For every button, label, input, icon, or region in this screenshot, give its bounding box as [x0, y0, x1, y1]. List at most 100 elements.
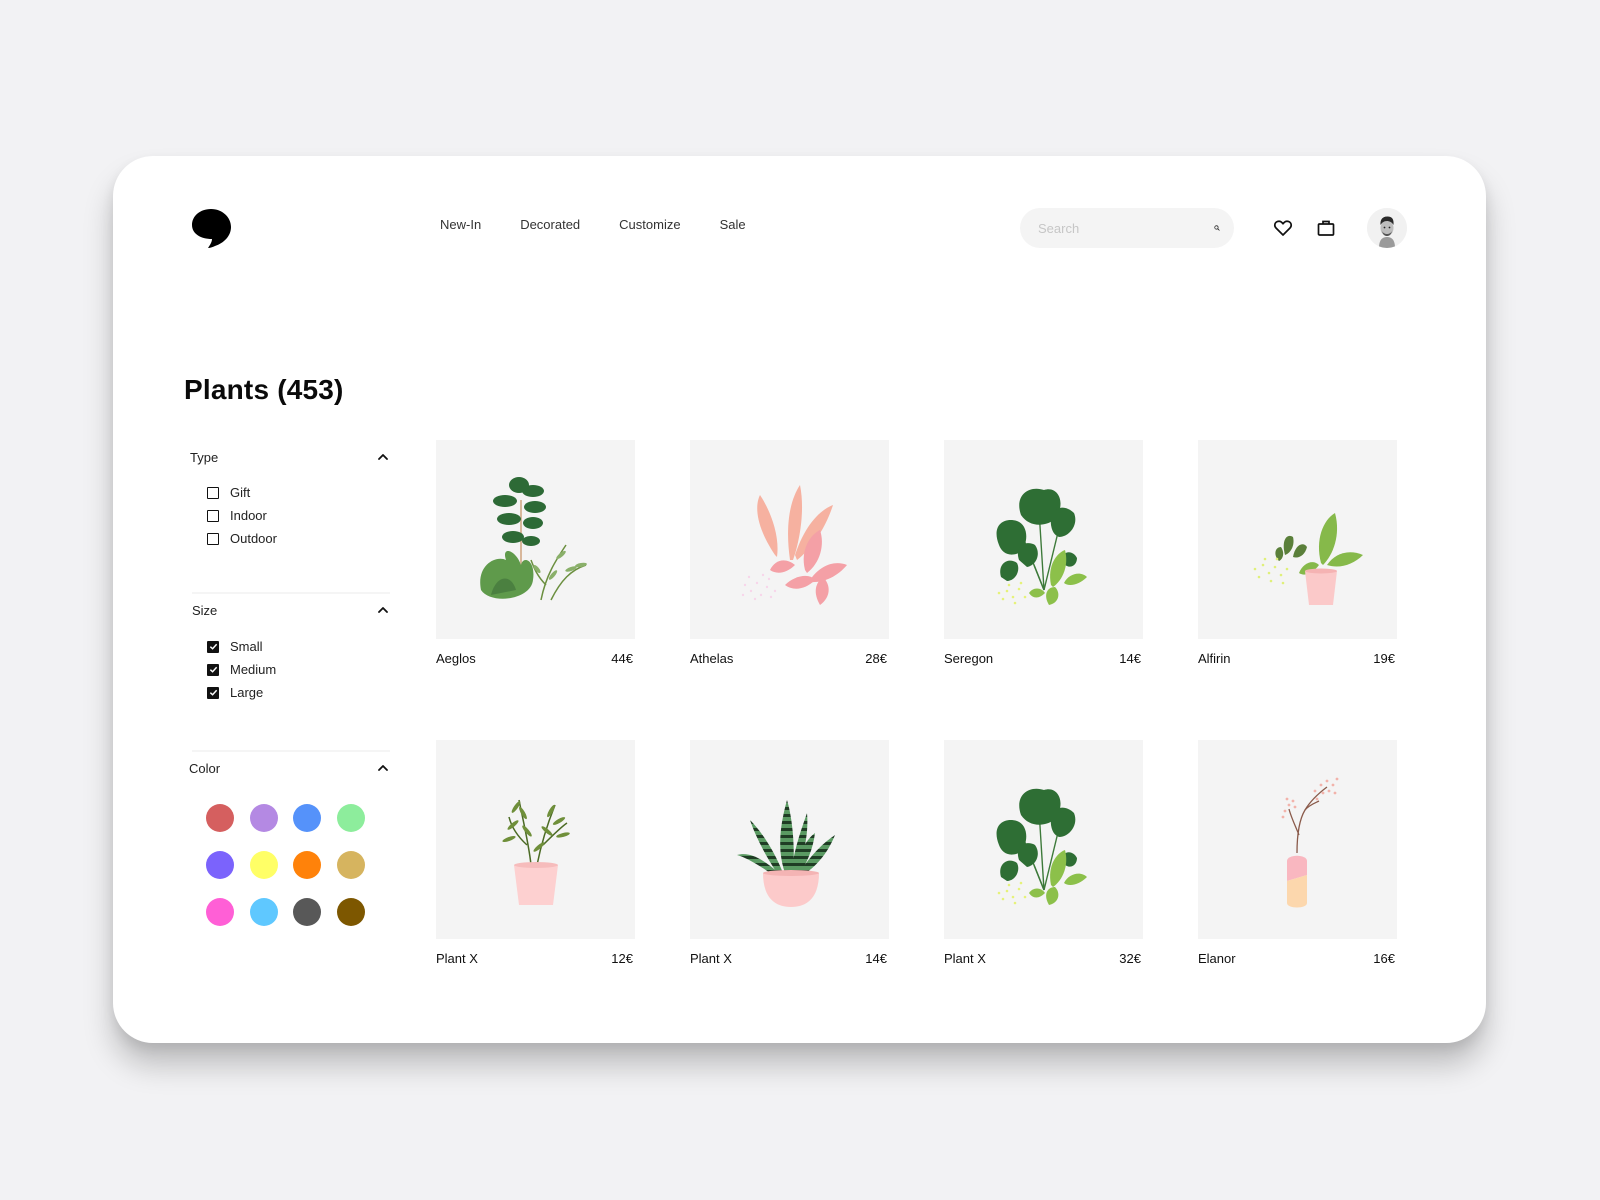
product-name[interactable]: Athelas — [690, 651, 733, 666]
product-meta: Seregon 14€ — [944, 651, 1143, 666]
checkbox-medium[interactable] — [207, 663, 219, 676]
checkbox-gift[interactable] — [207, 486, 219, 499]
color-swatch[interactable] — [206, 898, 234, 926]
filter-type: Type Gift Indoor Outdoor — [190, 447, 390, 550]
potted-herb-illustration — [501, 799, 570, 905]
filter-option-medium[interactable]: Medium — [207, 658, 390, 681]
color-swatch[interactable] — [249, 804, 278, 832]
filter-option-large[interactable]: Large — [207, 681, 390, 704]
product-image[interactable] — [1198, 440, 1397, 639]
search-bar — [1020, 208, 1234, 248]
product-name[interactable]: Elanor — [1198, 951, 1236, 966]
product-meta: Aeglos 44€ — [436, 651, 635, 666]
product-card[interactable]: Aeglos 44€ — [436, 440, 635, 666]
product-price: 12€ — [611, 951, 633, 966]
filter-color: Color — [189, 758, 390, 926]
filter-option-indoor[interactable]: Indoor — [207, 504, 390, 527]
filter-divider — [192, 592, 390, 594]
comma-logo-icon[interactable] — [191, 208, 231, 248]
filter-option-outdoor[interactable]: Outdoor — [207, 527, 390, 550]
product-price: 44€ — [611, 651, 633, 666]
product-image[interactable] — [436, 440, 635, 639]
product-price: 14€ — [865, 951, 887, 966]
product-meta: Athelas 28€ — [690, 651, 889, 666]
filter-size-header[interactable]: Size — [190, 600, 390, 620]
filter-size-label: Size — [192, 602, 218, 618]
nav-item-sale[interactable]: Sale — [720, 215, 746, 235]
potted-dieffenbachia-illustration — [1253, 512, 1363, 605]
product-meta: Plant X 32€ — [944, 951, 1143, 966]
color-swatch[interactable] — [206, 851, 234, 879]
chevron-up-icon[interactable] — [376, 761, 390, 775]
color-swatch[interactable] — [293, 898, 321, 926]
product-image[interactable] — [1198, 740, 1397, 939]
shopping-bag-icon[interactable] — [1316, 218, 1336, 238]
product-name[interactable]: Plant X — [436, 951, 478, 966]
product-card[interactable]: Alfirin 19€ — [1198, 440, 1397, 666]
product-meta: Plant X 12€ — [436, 951, 635, 966]
product-card[interactable]: Athelas 28€ — [690, 440, 889, 666]
color-swatch[interactable] — [249, 851, 278, 879]
product-price: 28€ — [865, 651, 887, 666]
leafy-green-plants-illustration — [479, 476, 587, 600]
filter-color-label: Color — [189, 760, 221, 776]
product-name[interactable]: Alfirin — [1198, 651, 1231, 666]
product-image[interactable] — [944, 740, 1143, 939]
checkbox-indoor[interactable] — [207, 509, 219, 522]
checkbox-large[interactable] — [207, 686, 219, 699]
product-card[interactable]: Elanor 16€ — [1198, 740, 1397, 966]
nav-item-new-in[interactable]: New-In — [440, 215, 481, 235]
filter-option-gift[interactable]: Gift — [207, 481, 390, 504]
search-input[interactable] — [1038, 220, 1214, 236]
checkbox-small[interactable] — [207, 640, 219, 653]
color-swatch[interactable] — [336, 804, 365, 832]
product-image[interactable] — [944, 440, 1143, 639]
color-swatch[interactable] — [206, 804, 234, 832]
blossom-branch-vase-illustration — [1281, 777, 1338, 907]
product-card[interactable]: Plant X 12€ — [436, 740, 635, 966]
potted-snake-plant-illustration — [736, 799, 835, 907]
product-price: 19€ — [1373, 651, 1395, 666]
checkmark-icon — [209, 666, 217, 673]
product-name[interactable]: Plant X — [944, 951, 986, 966]
product-image[interactable] — [436, 740, 635, 939]
main-nav: New-In Decorated Customize Sale — [440, 215, 785, 235]
checkmark-icon — [209, 689, 217, 696]
chevron-up-icon[interactable] — [376, 603, 390, 617]
product-meta: Plant X 14€ — [690, 951, 889, 966]
product-price: 32€ — [1119, 951, 1141, 966]
user-photo-icon — [1367, 208, 1407, 248]
color-swatch[interactable] — [249, 898, 278, 926]
filter-type-options: Gift Indoor Outdoor — [190, 481, 390, 550]
option-label: Large — [230, 685, 264, 700]
product-image[interactable] — [690, 440, 889, 639]
color-swatch[interactable] — [336, 898, 365, 926]
nav-item-decorated[interactable]: Decorated — [520, 215, 580, 235]
product-image[interactable] — [690, 740, 889, 939]
product-card[interactable]: Plant X 14€ — [690, 740, 889, 966]
product-card[interactable]: Plant X 32€ — [944, 740, 1143, 966]
product-card[interactable]: Seregon 14€ — [944, 440, 1143, 666]
filter-color-header[interactable]: Color — [189, 758, 390, 778]
chevron-up-icon[interactable] — [376, 450, 390, 464]
product-name[interactable]: Aeglos — [436, 651, 476, 666]
option-label: Indoor — [230, 508, 267, 523]
monstera-plant-illustration — [996, 488, 1087, 605]
color-swatch[interactable] — [293, 804, 321, 832]
product-name[interactable]: Plant X — [690, 951, 732, 966]
product-name[interactable]: Seregon — [944, 651, 993, 666]
product-meta: Elanor 16€ — [1198, 951, 1397, 966]
product-price: 14€ — [1119, 651, 1141, 666]
nav-item-customize[interactable]: Customize — [619, 215, 680, 235]
filter-type-header[interactable]: Type — [190, 447, 390, 467]
color-swatch[interactable] — [293, 851, 321, 879]
filter-option-small[interactable]: Small — [207, 635, 390, 658]
checkmark-icon — [209, 643, 217, 650]
color-swatch[interactable] — [336, 851, 365, 879]
search-icon[interactable] — [1214, 220, 1220, 236]
checkbox-outdoor[interactable] — [207, 532, 219, 545]
heart-icon[interactable] — [1273, 218, 1293, 238]
product-meta: Alfirin 19€ — [1198, 651, 1397, 666]
filter-size-options: Small Medium Large — [190, 635, 390, 704]
user-avatar[interactable] — [1367, 208, 1407, 248]
